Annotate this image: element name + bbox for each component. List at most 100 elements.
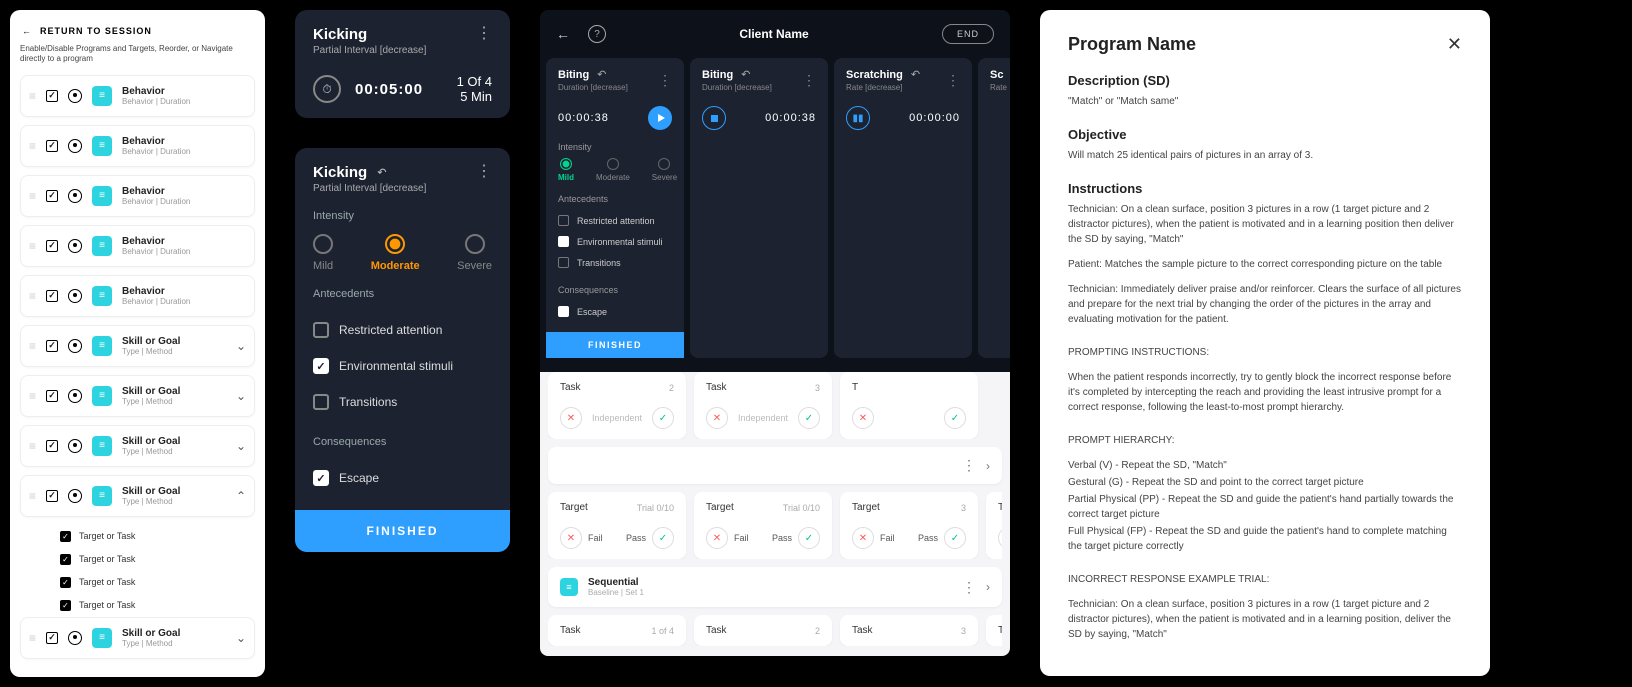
visibility-icon[interactable] (68, 631, 82, 645)
undo-icon[interactable]: ↶ (911, 68, 920, 81)
fail-button[interactable] (998, 527, 1002, 549)
intensity-option[interactable]: Moderate (371, 234, 420, 272)
drag-icon[interactable]: ≡ (29, 389, 36, 403)
behavior-row[interactable]: ≡ ≡ Behavior Behavior | Duration (20, 225, 255, 267)
pass-button[interactable] (798, 527, 820, 549)
expand-icon[interactable]: › (986, 459, 990, 473)
consequence-option[interactable]: Escape (313, 460, 492, 496)
visibility-icon[interactable] (68, 289, 82, 303)
more-icon[interactable]: ⋮ (476, 164, 492, 180)
target-row[interactable]: ✓Target or Task (60, 571, 255, 594)
antecedent-option[interactable]: Environmental stimuli (558, 231, 672, 252)
enable-checkbox[interactable] (46, 90, 58, 102)
visibility-icon[interactable] (68, 239, 82, 253)
more-icon[interactable]: ⋮ (946, 72, 960, 89)
target-row[interactable]: ✓Target or Task (60, 525, 255, 548)
visibility-icon[interactable] (68, 189, 82, 203)
pass-button[interactable] (652, 407, 674, 429)
target-checkbox[interactable]: ✓ (60, 600, 71, 611)
visibility-icon[interactable] (68, 139, 82, 153)
drag-icon[interactable]: ≡ (29, 489, 36, 503)
end-session-button[interactable]: END (942, 24, 994, 44)
target-row[interactable]: ✓Target or Task (60, 548, 255, 571)
drag-icon[interactable]: ≡ (29, 139, 36, 153)
antecedent-option[interactable]: Transitions (558, 252, 672, 273)
fail-button[interactable] (560, 527, 582, 549)
chart-button[interactable]: ▮▮ (846, 106, 870, 130)
expand-icon[interactable]: ⌄ (236, 631, 246, 645)
enable-checkbox[interactable] (46, 490, 58, 502)
enable-checkbox[interactable] (46, 340, 58, 352)
skill-row[interactable]: ≡ ≡ Skill or Goal Type | Method ⌄ (20, 325, 255, 367)
drag-icon[interactable]: ≡ (29, 239, 36, 253)
more-icon[interactable]: ⋮ (962, 457, 976, 474)
behavior-row[interactable]: ≡ ≡ Behavior Behavior | Duration (20, 125, 255, 167)
expand-icon[interactable]: ⌄ (236, 389, 246, 403)
enable-checkbox[interactable] (46, 632, 58, 644)
intensity-option[interactable]: Severe (457, 234, 492, 272)
enable-checkbox[interactable] (46, 240, 58, 252)
drag-icon[interactable]: ≡ (29, 631, 36, 645)
play-button[interactable] (648, 106, 672, 130)
visibility-icon[interactable] (68, 89, 82, 103)
consequence-option[interactable]: Escape (558, 301, 672, 322)
more-icon[interactable]: ⋮ (476, 26, 492, 42)
drag-icon[interactable]: ≡ (29, 439, 36, 453)
skill-row[interactable]: ≡ ≡ Skill or Goal Type | Method ⌄ (20, 617, 255, 659)
antecedent-option[interactable]: Transitions (313, 384, 492, 420)
undo-icon[interactable]: ↶ (741, 68, 750, 81)
intensity-option[interactable]: Mild (313, 234, 333, 272)
expand-icon[interactable]: ⌃ (236, 489, 246, 503)
finished-button[interactable]: FINISHED (295, 510, 510, 552)
drag-icon[interactable]: ≡ (29, 289, 36, 303)
behavior-row[interactable]: ≡ ≡ Behavior Behavior | Duration (20, 275, 255, 317)
back-button[interactable]: ← (556, 26, 570, 42)
enable-checkbox[interactable] (46, 290, 58, 302)
antecedent-option[interactable]: Restricted attention (558, 210, 672, 231)
fail-button[interactable] (852, 527, 874, 549)
target-row[interactable]: ✓Target or Task (60, 594, 255, 617)
visibility-icon[interactable] (68, 389, 82, 403)
enable-checkbox[interactable] (46, 190, 58, 202)
behavior-row[interactable]: ≡ ≡ Behavior Behavior | Duration (20, 175, 255, 217)
more-icon[interactable]: ⋮ (962, 579, 976, 596)
pass-button[interactable] (798, 407, 820, 429)
enable-checkbox[interactable] (46, 390, 58, 402)
skill-row[interactable]: ≡ ≡ Skill or Goal Type | Method ⌄ (20, 375, 255, 417)
expand-icon[interactable]: ⌄ (236, 439, 246, 453)
pass-button[interactable] (944, 407, 966, 429)
behavior-row[interactable]: ≡ ≡ Behavior Behavior | Duration (20, 75, 255, 117)
visibility-icon[interactable] (68, 339, 82, 353)
skill-row[interactable]: ≡ ≡ Skill or Goal Type | Method ⌃ (20, 475, 255, 517)
undo-icon[interactable]: ↶ (377, 166, 386, 179)
visibility-icon[interactable] (68, 489, 82, 503)
skill-row[interactable]: ≡ ≡ Skill or Goal Type | Method ⌄ (20, 425, 255, 467)
drag-icon[interactable]: ≡ (29, 189, 36, 203)
fail-button[interactable] (706, 407, 728, 429)
target-checkbox[interactable]: ✓ (60, 577, 71, 588)
stopwatch-button[interactable]: ⏱ (313, 75, 341, 103)
intensity-option[interactable]: Mild (558, 158, 574, 182)
fail-button[interactable] (706, 527, 728, 549)
pass-button[interactable] (652, 527, 674, 549)
pass-button[interactable] (944, 527, 966, 549)
more-icon[interactable]: ⋮ (802, 72, 816, 89)
intensity-option[interactable]: Severe (652, 158, 677, 182)
antecedent-option[interactable]: Restricted attention (313, 312, 492, 348)
return-link[interactable]: ← RETURN TO SESSION (20, 20, 255, 44)
stop-button[interactable] (702, 106, 726, 130)
visibility-icon[interactable] (68, 439, 82, 453)
expand-icon[interactable]: › (986, 580, 990, 594)
fail-button[interactable] (852, 407, 874, 429)
finished-button[interactable]: FINISHED (546, 332, 684, 358)
expand-icon[interactable]: ⌄ (236, 339, 246, 353)
fail-button[interactable] (560, 407, 582, 429)
more-icon[interactable]: ⋮ (658, 72, 672, 89)
antecedent-option[interactable]: Environmental stimuli (313, 348, 492, 384)
drag-icon[interactable]: ≡ (29, 89, 36, 103)
target-checkbox[interactable]: ✓ (60, 554, 71, 565)
help-icon[interactable]: ? (588, 25, 606, 43)
intensity-option[interactable]: Moderate (596, 158, 630, 182)
target-checkbox[interactable]: ✓ (60, 531, 71, 542)
undo-icon[interactable]: ↶ (597, 68, 606, 81)
